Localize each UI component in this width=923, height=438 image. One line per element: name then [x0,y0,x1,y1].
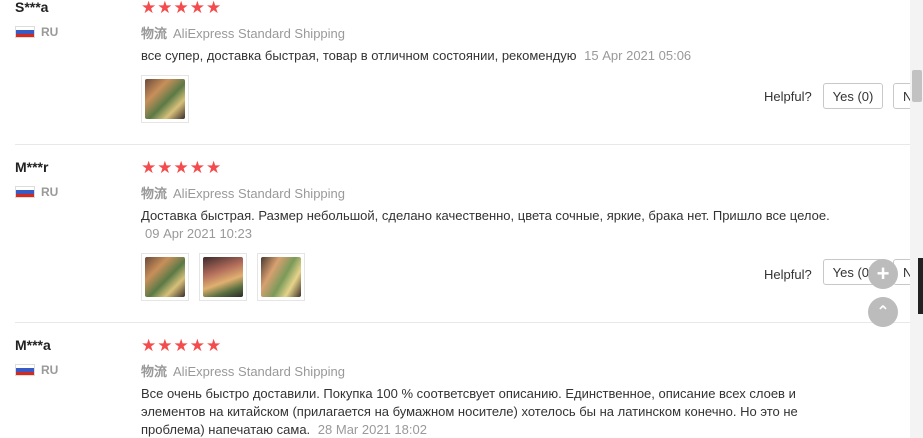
shipping-method: 物流 AliExpress Standard Shipping [141,23,345,42]
helpful-label: Helpful? [764,267,812,282]
shipping-name: AliExpress Standard Shipping [173,364,346,379]
rating-stars: ★★★★★ [141,0,223,17]
shipping-prefix: 物流 [141,186,168,201]
review-date: 28 Mar 2021 18:02 [317,422,427,437]
reviewer-country: RU [15,185,58,199]
review-divider [15,144,910,145]
review-photos [141,75,189,123]
review-date: 15 Apr 2021 05:06 [584,48,692,63]
reviewer-name: M***r [15,159,49,175]
side-panel-edge [918,258,923,314]
review-date: 09 Apr 2021 10:23 [145,226,252,241]
shipping-name: AliExpress Standard Shipping [173,26,346,41]
review-photo[interactable] [141,75,189,123]
review-text: Все очень быстро доставили. Покупка 100 … [141,386,798,437]
chevron-up-icon[interactable]: ⌃ [868,297,898,327]
rating-stars: ★★★★★ [141,336,223,355]
shipping-method: 物流 AliExpress Standard Shipping [141,183,345,202]
rating-stars: ★★★★★ [141,158,223,177]
shipping-prefix: 物流 [141,364,168,379]
reviewer-country: RU [15,25,58,39]
review-photos [141,253,305,301]
scrollbar-thumb[interactable] [912,70,922,102]
reviewer-country: RU [15,363,58,377]
reviewer-name: S***a [15,0,49,15]
russia-flag-icon [15,364,35,376]
review-text: все супер, доставка быстрая, товар в отл… [141,48,577,63]
shipping-prefix: 物流 [141,26,168,41]
review-text: Доставка быстрая. Размер небольшой, сдел… [141,208,830,223]
review-divider [15,322,910,323]
shipping-method: 物流 AliExpress Standard Shipping [141,361,345,380]
review-text-block: Все очень быстро доставили. Покупка 100 … [141,385,831,438]
helpful-label: Helpful? [764,89,812,104]
plus-icon[interactable]: + [868,259,898,289]
review-text-block: Доставка быстрая. Размер небольшой, сдел… [141,207,831,243]
review-text-block: все супер, доставка быстрая, товар в отл… [141,47,831,65]
country-code: RU [41,185,59,199]
review-photo[interactable] [199,253,247,301]
shipping-name: AliExpress Standard Shipping [173,186,346,201]
country-code: RU [41,25,59,39]
vertical-scrollbar[interactable] [910,0,923,438]
helpful-yes-button[interactable]: Yes (0) [823,83,883,109]
russia-flag-icon [15,26,35,38]
russia-flag-icon [15,186,35,198]
review-photo[interactable] [257,253,305,301]
country-code: RU [41,363,59,377]
review-photo[interactable] [141,253,189,301]
reviewer-name: M***a [15,337,51,353]
